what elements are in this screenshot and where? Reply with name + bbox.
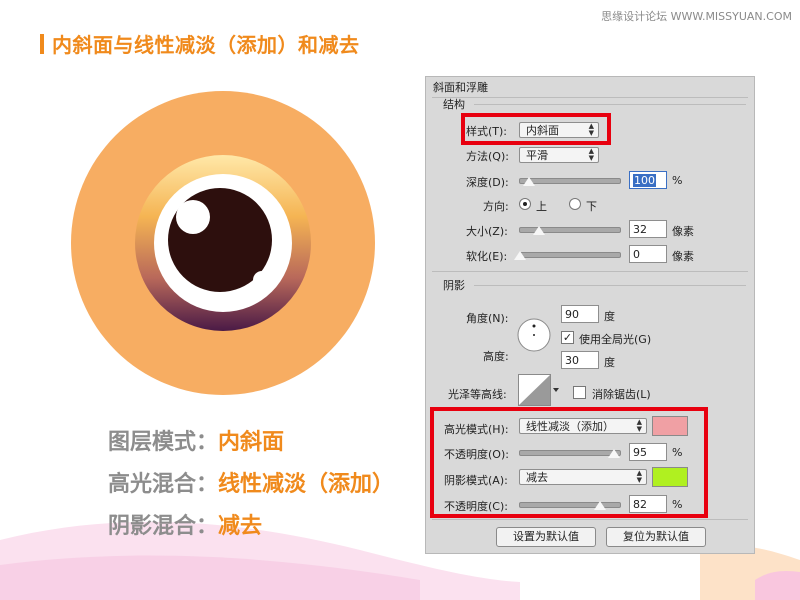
direction-down-label: 下 — [586, 200, 597, 213]
style-highlight-box — [461, 113, 611, 145]
shading-divider — [474, 285, 746, 286]
depth-input[interactable]: 100 — [629, 171, 667, 189]
soften-unit: 像素 — [672, 250, 694, 263]
shading-group-label: 阴影 — [443, 279, 465, 292]
select-arrows-icon: ▲ ▼ — [588, 147, 594, 162]
angle-dial[interactable] — [516, 317, 552, 353]
global-light-label: 使用全局光(G) — [579, 333, 652, 346]
depth-slider-thumb[interactable] — [523, 177, 535, 186]
soften-slider[interactable] — [519, 252, 621, 258]
highlight-big — [176, 200, 210, 234]
size-label: 大小(Z): — [466, 225, 508, 238]
soften-slider-thumb[interactable] — [514, 251, 526, 260]
set-default-button[interactable]: 设置为默认值 — [496, 527, 596, 547]
dialog-title: 斜面和浮雕 — [433, 81, 488, 94]
angle-unit: 度 — [604, 310, 615, 323]
blend-modes-highlight-box — [430, 407, 708, 518]
direction-up-radio[interactable] — [519, 198, 531, 210]
technique-label: 方法(Q): — [466, 150, 509, 163]
shading-bottom-divider — [432, 519, 748, 520]
structure-divider — [474, 104, 746, 105]
bevel-emboss-dialog: 斜面和浮雕 结构 样式(T): 内斜面 ▲ ▼ 方法(Q): 平滑 ▲ ▼ 深度(D… — [425, 76, 755, 554]
gloss-contour-label: 光泽等高线: — [448, 388, 507, 401]
structure-group-label: 结构 — [443, 98, 465, 111]
direction-down-radio[interactable] — [569, 198, 581, 210]
altitude-unit: 度 — [604, 356, 615, 369]
contour-dropdown-icon — [553, 388, 559, 392]
highlight-small — [253, 271, 271, 289]
global-light-checkbox[interactable]: ✓ — [561, 331, 574, 344]
label-highlight-blend: 高光混合：线性减淡（添加） — [108, 472, 395, 497]
reset-default-button[interactable]: 复位为默认值 — [606, 527, 706, 547]
depth-label: 深度(D): — [466, 176, 509, 189]
direction-up-label: 上 — [536, 200, 547, 213]
gloss-contour-picker[interactable] — [518, 374, 560, 406]
page-title: 内斜面与线性减淡（添加）和减去 — [52, 33, 360, 57]
structure-bottom-divider — [432, 271, 748, 272]
anti-aliased-label: 消除锯齿(L) — [592, 388, 651, 401]
watermark: 思缘设计论坛 WWW.MISSYUAN.COM — [601, 10, 792, 23]
anti-aliased-checkbox[interactable] — [573, 386, 586, 399]
depth-unit: % — [672, 174, 683, 187]
eye-illustration — [71, 91, 375, 395]
soften-input[interactable]: 0 — [629, 245, 667, 263]
size-slider-thumb[interactable] — [533, 226, 545, 235]
technique-select[interactable]: 平滑 ▲ ▼ — [519, 147, 599, 163]
angle-label: 角度(N): — [466, 312, 509, 325]
title-accent-bar — [40, 34, 44, 54]
title-divider — [432, 97, 748, 98]
size-input[interactable]: 32 — [629, 220, 667, 238]
label-shadow-blend: 阴影混合：减去 — [108, 514, 263, 539]
altitude-input[interactable]: 30 — [561, 351, 599, 369]
label-layer-mode: 图层模式：内斜面 — [108, 430, 285, 455]
altitude-label: 高度: — [483, 350, 509, 363]
soften-label: 软化(E): — [466, 250, 508, 263]
size-unit: 像素 — [672, 225, 694, 238]
angle-input[interactable]: 90 — [561, 305, 599, 323]
direction-label: 方向: — [483, 200, 509, 213]
